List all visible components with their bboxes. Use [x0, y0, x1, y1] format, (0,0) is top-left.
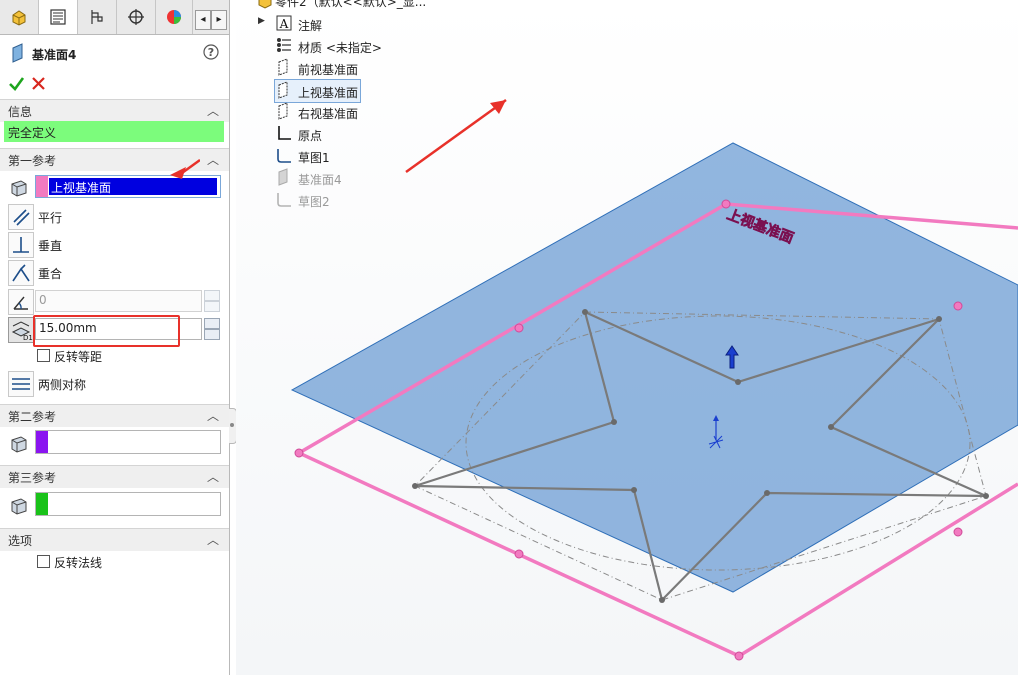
reference-color-swatch — [36, 176, 48, 197]
cancel-x-icon[interactable] — [31, 76, 46, 91]
third-reference-selection-box[interactable] — [35, 492, 221, 516]
tree-item-label: 右视基准面 — [298, 107, 359, 121]
tab-configuration-manager[interactable] — [78, 0, 117, 34]
angle-button[interactable] — [8, 289, 34, 315]
collapse-chevron-icon[interactable]: ︿ — [207, 468, 219, 485]
options-section-header[interactable]: 选项 ︿ — [0, 528, 229, 551]
appearance-icon — [167, 10, 181, 24]
sketch-icon — [277, 149, 291, 163]
flip-normal-label: 反转法线 — [54, 556, 103, 570]
reference-face-icon — [11, 180, 27, 197]
second-reference-section-header[interactable]: 第二参考 ︿ — [0, 404, 229, 427]
flip-offset-checkbox[interactable] — [37, 349, 50, 362]
first-reference-title: 第一参考 — [8, 154, 57, 168]
mid-plane-button[interactable] — [8, 371, 34, 397]
svg-text:D1: D1 — [23, 334, 33, 342]
tree-item-label: 注解 — [298, 19, 323, 33]
angle-icon — [13, 296, 28, 310]
info-section-title: 信息 — [8, 105, 33, 119]
manager-tabs: ◂ ▸ — [0, 0, 229, 35]
material-icon — [277, 38, 291, 52]
perpendicular-button[interactable] — [8, 232, 34, 258]
tree-item-label: 基准面4 — [298, 173, 342, 187]
flip-offset-label: 反转等距 — [54, 350, 103, 364]
tab-display-manager[interactable] — [156, 0, 193, 34]
third-reference-title: 第三参考 — [8, 471, 57, 485]
reference-face-icon — [11, 498, 27, 515]
coincident-icon — [12, 264, 30, 282]
angle-spin-up-icon[interactable] — [204, 290, 220, 301]
feature-title: 基准面4 — [32, 48, 77, 62]
tab-property-manager[interactable] — [39, 0, 78, 34]
tree-item-label: 草图1 — [298, 151, 330, 165]
mid-plane-icon — [12, 378, 30, 390]
plane-icon — [278, 168, 288, 186]
expand-arrow-icon[interactable]: ▶ — [258, 16, 265, 26]
splitter-grip-icon — [230, 423, 234, 427]
feature-manager-icon — [12, 10, 26, 26]
collapse-chevron-icon[interactable]: ︿ — [207, 407, 219, 424]
info-section-header[interactable]: 信息 ︿ — [0, 99, 229, 122]
callout-highlight-box — [33, 315, 180, 347]
svg-text:A: A — [279, 17, 289, 31]
offset-distance-icon: D1 — [11, 321, 33, 342]
status-text: 完全定义 — [8, 126, 57, 140]
tree-item-label: 原点 — [298, 129, 323, 143]
perpendicular-icon — [13, 237, 29, 253]
tree-item-label: 材质 <未指定> — [298, 41, 382, 55]
collapse-chevron-icon[interactable]: ︿ — [207, 531, 219, 548]
second-reference-title: 第二参考 — [8, 410, 57, 424]
collapse-chevron-icon[interactable]: ︿ — [207, 102, 219, 119]
coincident-button[interactable] — [8, 260, 34, 286]
parallel-button[interactable] — [8, 204, 34, 230]
reference-color-swatch — [36, 493, 48, 515]
third-reference-section-header[interactable]: 第三参考 ︿ — [0, 465, 229, 488]
second-reference-selection-box[interactable] — [35, 430, 221, 454]
angle-spin-down-icon[interactable] — [204, 301, 220, 312]
coincident-label: 重合 — [38, 267, 63, 281]
svg-text:?: ? — [208, 46, 214, 59]
offset-distance-button[interactable]: D1 — [8, 317, 34, 343]
distance-spin-down-icon[interactable] — [204, 329, 220, 340]
selected-reference-label: 上视基准面 — [51, 181, 112, 195]
property-manager-icon — [50, 9, 66, 25]
angle-value: 0 — [39, 293, 47, 307]
configuration-manager-icon — [91, 10, 103, 24]
help-icon[interactable]: ? — [203, 44, 219, 60]
tab-scroll-right-icon[interactable]: ▸ — [211, 10, 227, 30]
part-icon — [258, 0, 272, 9]
ok-checkmark-icon[interactable] — [8, 75, 25, 92]
feature-title-row: 基准面4 ? — [0, 42, 229, 64]
angle-input[interactable]: 0 — [35, 290, 202, 312]
collapse-chevron-icon[interactable]: ︿ — [207, 151, 219, 168]
mid-plane-label: 两侧对称 — [38, 378, 87, 392]
sketch-icon — [277, 193, 291, 207]
options-section-title: 选项 — [8, 534, 33, 548]
parallel-label: 平行 — [38, 211, 63, 225]
plane-icon — [278, 81, 288, 99]
crosshair-icon — [128, 9, 144, 25]
tree-item-label: 上视基准面 — [298, 86, 359, 100]
plane-icon — [278, 102, 288, 120]
parallel-icon — [13, 209, 30, 226]
callout-arrowhead-icon — [170, 158, 200, 179]
flip-normal-checkbox[interactable] — [37, 555, 50, 568]
perpendicular-label: 垂直 — [38, 239, 63, 253]
annotation-icon: A — [276, 15, 292, 31]
tab-feature-manager[interactable] — [0, 0, 39, 34]
tree-item-top-plane[interactable]: 上视基准面 — [274, 79, 361, 103]
plane-icon — [278, 58, 288, 76]
tree-item-label: 草图2 — [298, 195, 330, 209]
status-badge: 完全定义 — [4, 121, 224, 142]
tab-dimxpert-manager[interactable] — [117, 0, 156, 34]
origin-icon — [278, 126, 291, 140]
tree-root-label: 零件2（默认<<默认>_显... — [275, 0, 427, 9]
reference-face-icon — [11, 436, 27, 453]
tree-item-label: 前视基准面 — [298, 63, 359, 77]
property-manager-panel: ◂ ▸ 基准面4 ? 信息 ︿ 完全定义 第一参考 ︿ 上视基准面 平行 垂直 … — [0, 0, 230, 675]
plane-feature-icon — [12, 43, 23, 63]
reference-color-swatch — [36, 431, 48, 453]
tab-scroll-left-icon[interactable]: ◂ — [195, 10, 211, 30]
distance-spin-up-icon[interactable] — [204, 318, 220, 329]
